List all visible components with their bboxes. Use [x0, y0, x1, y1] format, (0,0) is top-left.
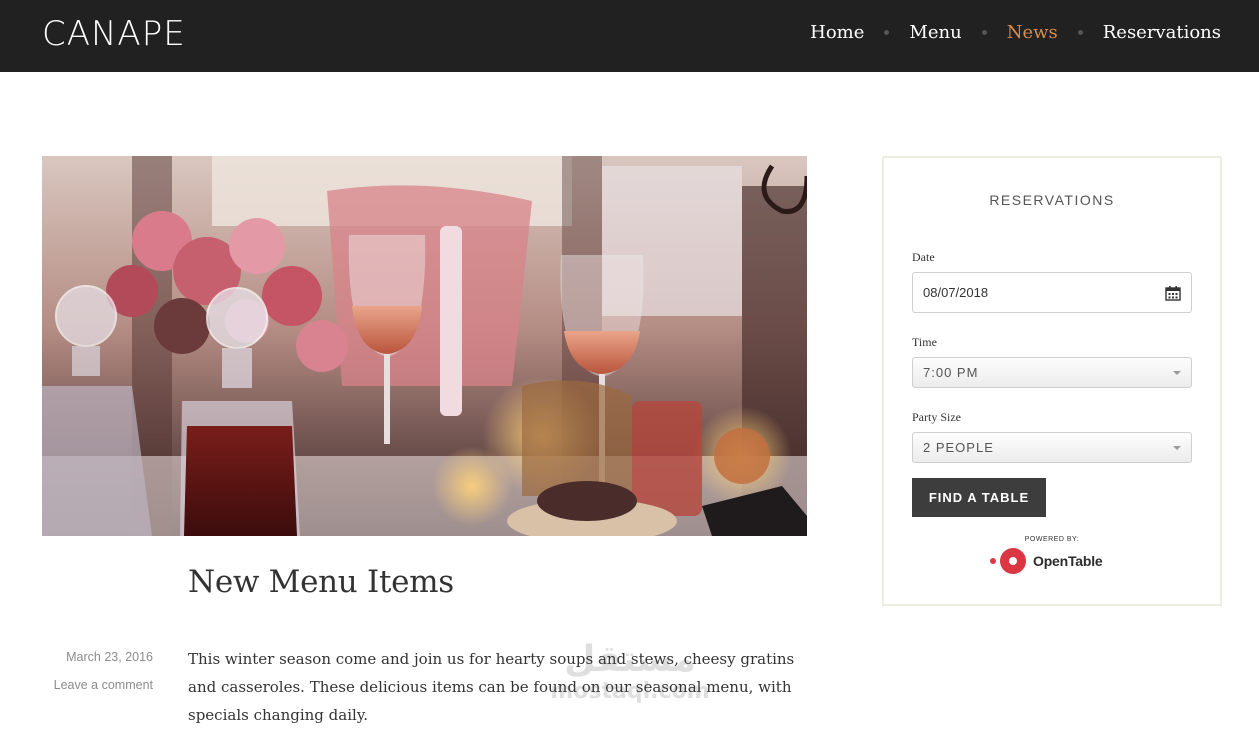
site-header: CANAPE Home Menu News Reservations [0, 0, 1259, 72]
opentable-wordmark: OpenTable [1033, 553, 1103, 569]
time-select[interactable]: 7:00 PM [912, 357, 1192, 388]
nav-home[interactable]: Home [810, 22, 864, 43]
nav-menu[interactable]: Menu [909, 22, 961, 43]
post-title[interactable]: New Menu Items [188, 564, 454, 600]
post-date[interactable]: March 23, 2016 [66, 650, 153, 664]
opentable-logo[interactable]: OpenTable [990, 548, 1103, 574]
date-value: 08/07/2018 [923, 285, 989, 300]
leave-comment-link[interactable]: Leave a comment [54, 678, 153, 692]
opentable-logo-icon [1000, 548, 1026, 574]
powered-by-label: POWERED BY: [1024, 536, 1080, 543]
date-label: Date [912, 250, 935, 264]
post-featured-image[interactable] [42, 156, 807, 536]
party-size-value: 2 PEOPLE [923, 440, 994, 455]
nav-separator [981, 30, 987, 35]
table-setting-photo [42, 156, 807, 536]
main-nav: Home Menu News Reservations [810, 22, 1221, 43]
site-logo[interactable]: CANAPE [42, 14, 186, 54]
time-value: 7:00 PM [923, 365, 979, 380]
time-label: Time [912, 335, 937, 349]
calendar-icon[interactable] [1165, 285, 1181, 301]
nav-news[interactable]: News [1007, 22, 1058, 43]
reservation-title: RESERVATIONS [989, 192, 1115, 208]
party-size-select[interactable]: 2 PEOPLE [912, 432, 1192, 463]
chevron-down-icon [1173, 371, 1181, 375]
nav-separator [884, 30, 890, 35]
chevron-down-icon [1173, 446, 1181, 450]
opentable-dot-icon [990, 558, 996, 564]
nav-reservations[interactable]: Reservations [1103, 22, 1221, 43]
date-field[interactable]: 08/07/2018 [912, 272, 1192, 313]
party-size-label: Party Size [912, 410, 961, 424]
reservation-widget: RESERVATIONS Date 08/07/2018 Time 7:00 P… [882, 156, 1222, 606]
post-excerpt: This winter season come and join us for … [188, 650, 795, 724]
find-table-button[interactable]: FIND A TABLE [912, 478, 1046, 517]
nav-separator [1077, 30, 1083, 35]
